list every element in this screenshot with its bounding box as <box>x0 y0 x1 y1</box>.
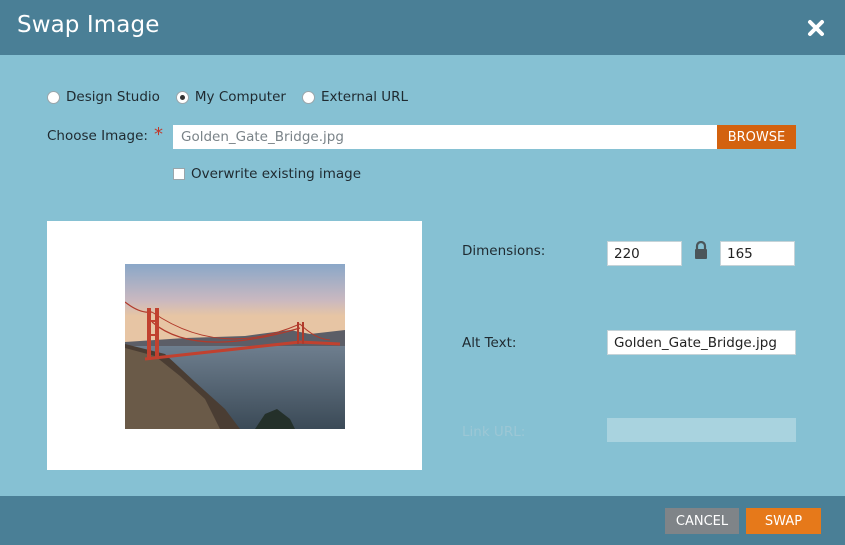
overwrite-checkbox[interactable] <box>173 168 185 180</box>
browse-button[interactable]: BROWSE <box>717 125 796 149</box>
image-source-options: Design Studio My Computer External URL <box>47 88 424 106</box>
link-url-input[interactable] <box>607 418 796 442</box>
radio-dot <box>47 90 60 104</box>
overwrite-checkbox-row[interactable]: Overwrite existing image <box>173 166 361 182</box>
link-url-label: Link URL: <box>462 424 526 440</box>
close-icon[interactable] <box>805 17 827 39</box>
alt-text-label: Alt Text: <box>462 335 517 351</box>
radio-dot-selected <box>175 90 189 104</box>
radio-label: Design Studio <box>66 89 160 105</box>
radio-my-computer[interactable]: My Computer <box>175 89 286 105</box>
dimensions-label: Dimensions: <box>462 243 546 259</box>
radio-dot <box>301 90 315 104</box>
radio-design-studio[interactable]: Design Studio <box>47 89 160 105</box>
width-input[interactable] <box>607 241 682 266</box>
lock-icon[interactable] <box>693 240 709 260</box>
radio-label: My Computer <box>194 89 286 105</box>
choose-image-label: Choose Image: <box>47 128 148 144</box>
required-asterisk: * <box>154 124 163 145</box>
height-input[interactable] <box>720 241 795 266</box>
radio-label: External URL <box>320 89 409 105</box>
image-preview <box>125 264 345 429</box>
cancel-button[interactable]: CANCEL <box>665 508 739 534</box>
swap-button[interactable]: SWAP <box>746 508 821 534</box>
choose-image-input[interactable] <box>173 125 718 149</box>
radio-external-url[interactable]: External URL <box>301 89 409 105</box>
alt-text-input[interactable] <box>607 330 796 355</box>
overwrite-label: Overwrite existing image <box>191 166 362 182</box>
dialog-title: Swap Image <box>17 12 160 38</box>
